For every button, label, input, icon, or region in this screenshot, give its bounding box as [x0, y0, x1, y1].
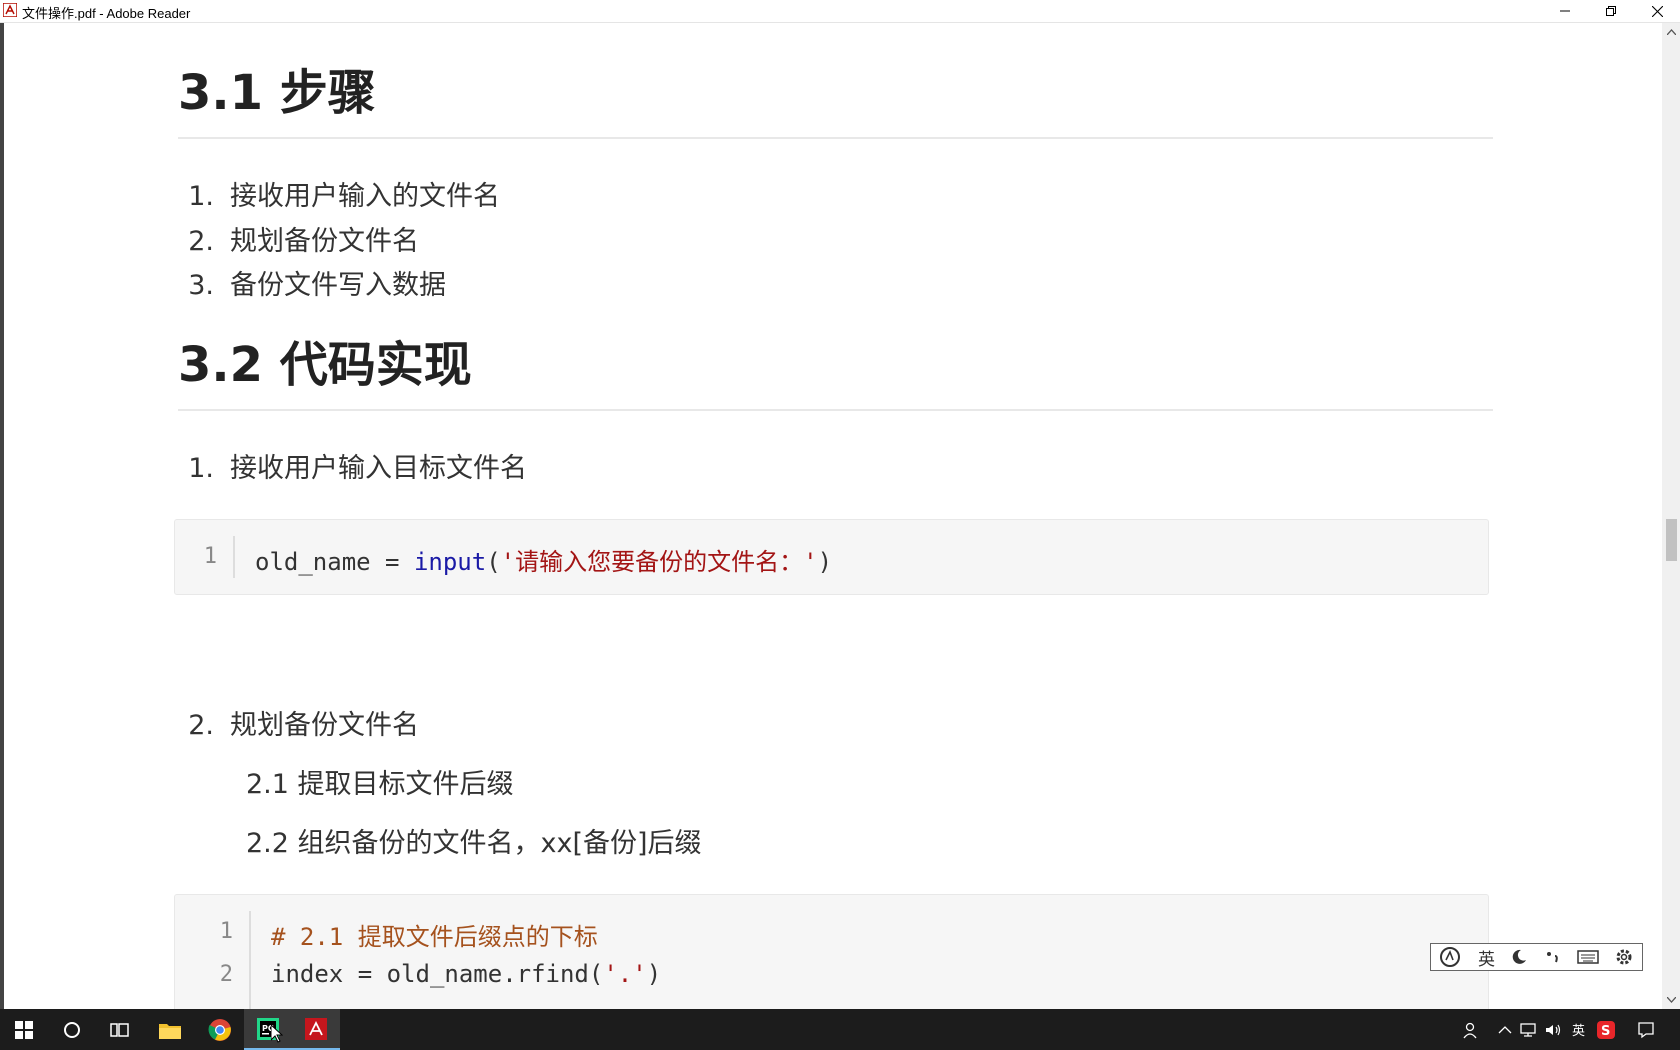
- minimize-button[interactable]: [1542, 0, 1588, 22]
- close-button[interactable]: [1634, 0, 1680, 22]
- window-title: 文件操作.pdf - Adobe Reader: [22, 6, 191, 21]
- section-heading-code: 3.2 代码实现: [178, 337, 472, 393]
- scroll-up-button[interactable]: [1662, 23, 1680, 41]
- heading-rule: [178, 409, 1493, 411]
- settings-gear-icon[interactable]: [1614, 947, 1634, 967]
- code-line: old_name = input('请输入您要备份的文件名：'): [255, 548, 833, 576]
- sogou-ime-icon[interactable]: S: [1597, 1020, 1616, 1039]
- system-tray: 英 S: [1462, 1009, 1655, 1050]
- code-line: # 2.1 提取文件后缀点的下标: [271, 923, 598, 951]
- moon-icon[interactable]: [1510, 948, 1528, 966]
- line-number: 1: [219, 919, 233, 944]
- code-gutter: [249, 911, 251, 1009]
- chevron-up-icon: [1666, 29, 1676, 35]
- line-number: 1: [203, 544, 217, 569]
- taskbar-app-pycharm[interactable]: PC: [244, 1009, 292, 1050]
- code-item: 2. 规划备份文件名: [188, 710, 419, 741]
- input-language-indicator[interactable]: 英: [1572, 1020, 1585, 1039]
- ime-language-toggle[interactable]: 英: [1478, 945, 1495, 970]
- step-item: 1. 接收用户输入的文件名: [188, 181, 500, 212]
- sub-step: 2.2 组织备份的文件名，xx[备份]后缀: [246, 828, 702, 859]
- cortana-circle-icon: [64, 1021, 80, 1038]
- windows-logo-icon: [15, 1020, 33, 1039]
- line-number: 2: [219, 962, 233, 987]
- document-viewport[interactable]: 3.1 步骤 1. 接收用户输入的文件名 2. 规划备份文件名 3. 备份文件写入数据…: [0, 23, 1662, 1009]
- step-item: 3. 备份文件写入数据: [188, 270, 446, 301]
- chevron-down-icon: [1666, 997, 1676, 1003]
- step-item: 2. 规划备份文件名: [188, 226, 419, 257]
- taskbar-app-chrome[interactable]: [196, 1009, 244, 1050]
- punctuation-icon[interactable]: [1544, 948, 1562, 966]
- taskbar-app-file-explorer[interactable]: [146, 1009, 194, 1050]
- minimize-icon: [1560, 10, 1570, 12]
- code-block: 1 2 # 2.1 提取文件后缀点的下标 index = old_name.rf…: [174, 894, 1489, 1009]
- adobe-reader-icon: [3, 3, 17, 17]
- task-view-button[interactable]: [96, 1009, 144, 1050]
- people-icon[interactable]: [1462, 1021, 1480, 1039]
- action-center-icon[interactable]: [1637, 1021, 1655, 1039]
- code-line: index = old_name.rfind('.'): [271, 960, 662, 988]
- keyboard-icon[interactable]: [1577, 949, 1599, 965]
- network-icon[interactable]: [1518, 1022, 1538, 1038]
- code-item: 1. 接收用户输入目标文件名: [188, 453, 527, 484]
- chevron-up-icon[interactable]: [1498, 1025, 1512, 1035]
- code-gutter: [233, 536, 235, 578]
- taskbar-app-adobe-reader[interactable]: [292, 1009, 340, 1050]
- svg-text:S: S: [1601, 1024, 1610, 1039]
- start-button[interactable]: [0, 1009, 48, 1050]
- search-button[interactable]: [48, 1009, 96, 1050]
- scrollbar-thumb[interactable]: [1666, 519, 1677, 561]
- title-bar: 文件操作.pdf - Adobe Reader: [0, 0, 1680, 23]
- volume-icon[interactable]: [1544, 1022, 1564, 1038]
- code-block: 1 old_name = input('请输入您要备份的文件名：'): [174, 519, 1489, 595]
- section-heading-steps: 3.1 步骤: [178, 65, 376, 121]
- adobe-reader-icon: [305, 1017, 327, 1040]
- close-icon: [1651, 5, 1663, 17]
- chrome-icon: [208, 1018, 231, 1041]
- heading-rule: [178, 137, 1493, 139]
- restore-icon: [1606, 6, 1616, 16]
- ime-toolbar[interactable]: 英: [1430, 943, 1643, 971]
- ime-logo-icon[interactable]: [1439, 946, 1463, 968]
- vertical-scrollbar[interactable]: [1662, 23, 1680, 1009]
- restore-button[interactable]: [1588, 0, 1634, 22]
- folder-icon: [159, 1023, 181, 1039]
- task-view-icon: [110, 1022, 129, 1037]
- sub-step: 2.1 提取目标文件后缀: [246, 769, 514, 800]
- mouse-cursor-icon: [271, 1025, 283, 1043]
- taskbar: PC 英 S: [0, 1009, 1680, 1050]
- scroll-down-button[interactable]: [1662, 991, 1680, 1009]
